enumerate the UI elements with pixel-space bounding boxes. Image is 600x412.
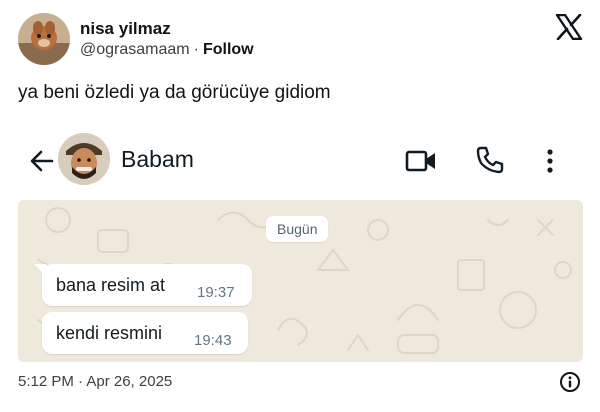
info-icon[interactable] [559,371,581,393]
phone-icon[interactable] [475,145,505,175]
author-handle-row: @ograsamaam · Follow [80,41,254,59]
contact-name[interactable]: Babam [121,146,194,173]
message-text: kendi resmini [56,323,163,343]
message-bubble[interactable]: bana resim at 19:37 [42,264,252,306]
author-name[interactable]: nisa yilmaz [80,19,171,39]
follow-button[interactable]: Follow [203,41,254,58]
contact-avatar-image [58,133,110,185]
video-camera-icon[interactable] [405,148,437,174]
date-separator-chip: Bugün [266,216,329,242]
tweet-timestamp[interactable]: 5:12 PM · Apr 26, 2025 [18,373,172,390]
message-time: 19:37 [197,284,235,301]
author-avatar[interactable] [18,13,70,65]
arrow-left-icon[interactable] [28,147,56,175]
author-handle[interactable]: @ograsamaam [80,41,190,58]
more-vertical-icon[interactable] [540,147,560,175]
x-logo-icon[interactable] [555,13,583,41]
message-bubble[interactable]: kendi resmini 19:43 [42,312,248,354]
tweet-text: ya beni özledi ya da görücüye gidiom [18,82,331,103]
message-time: 19:43 [194,332,232,349]
contact-avatar[interactable] [58,133,110,185]
separator-dot: · [193,41,199,58]
author-avatar-image [18,13,70,65]
message-text: bana resim at [56,275,166,295]
